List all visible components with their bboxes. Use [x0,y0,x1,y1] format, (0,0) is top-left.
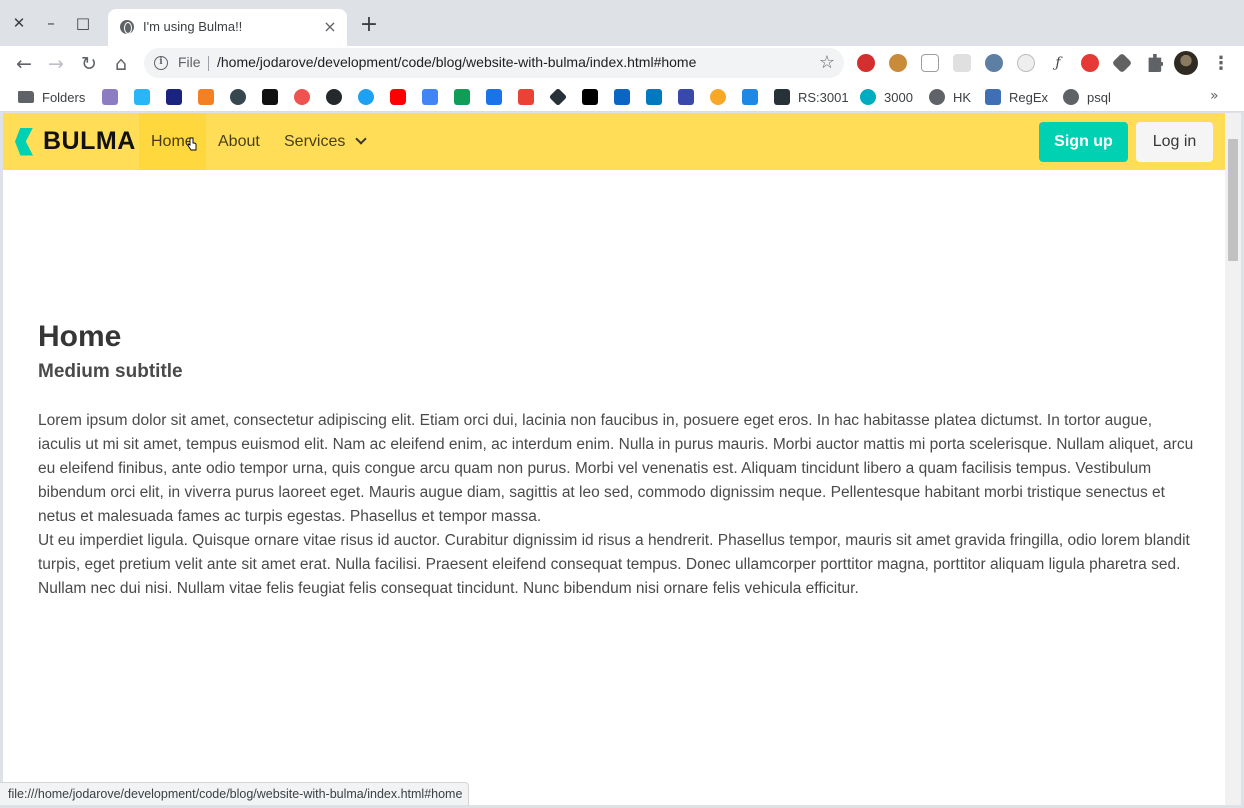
brand-name: BULMA [43,127,136,155]
bookmark-folders[interactable]: Folders [18,88,85,106]
chevron-down-icon [355,133,368,145]
bookmark-label: psql [1087,89,1111,105]
google-docs-icon[interactable] [422,89,438,105]
status-bubble: file:///home/jodarove/development/code/b… [0,782,470,805]
bookmark-badge-icon[interactable] [678,89,694,105]
bookmarks-bar: Folders RS:3001 3000 HK RegEx psql » [0,82,1244,112]
reload-icon[interactable]: ↻ [77,52,101,76]
bookmarks-overflow-icon[interactable]: » [1210,88,1219,104]
profile-avatar[interactable] [1174,51,1198,75]
json-extension-icon[interactable] [921,54,939,72]
page-title: Home [38,320,122,353]
mouse-extension-icon[interactable] [985,54,1003,72]
bookmark-psql[interactable]: psql [1063,88,1111,106]
vertical-scrollbar[interactable] [1225,113,1241,805]
bookmark-3000[interactable]: 3000 [860,88,913,106]
content-body: Lorem ipsum dolor sit amet, consectetur … [38,409,1198,601]
navbar: BULMA Home About Services Sign up Log in [3,113,1225,170]
google-sheets-icon[interactable] [454,89,470,105]
google-calendar-icon[interactable] [486,89,502,105]
bookmark-star-icon[interactable]: ☆ [819,52,835,73]
paragraph: Ut eu imperdiet ligula. Quisque ornare v… [38,532,1190,597]
react-icon [774,89,790,105]
bookmark-knot-icon[interactable] [294,89,310,105]
new-tab-icon[interactable]: + [358,14,380,37]
cookie-extension-icon[interactable] [889,54,907,72]
bookmark-label: HK [953,89,972,105]
home-icon[interactable]: ⌂ [109,52,133,76]
omnibox-divider [208,56,209,71]
twitter-icon[interactable] [358,89,374,105]
url-text[interactable]: /home/jodarove/development/code/blog/web… [217,54,696,70]
scrollbar-thumb[interactable] [1228,139,1238,261]
regex-icon [985,89,1001,105]
bookmark-label: Folders [42,89,86,105]
nav-item-about[interactable]: About [206,113,272,170]
medium-icon[interactable] [582,89,598,105]
bulma-logo-icon [15,127,33,156]
linkedin-icon[interactable] [614,89,630,105]
globe-icon [929,89,945,105]
sign-up-button[interactable]: Sign up [1039,122,1128,162]
bookmark-label: RS:3001 [798,89,849,105]
log-in-button[interactable]: Log in [1136,122,1213,162]
bookmark-bolt-icon[interactable] [134,89,150,105]
back-icon[interactable]: ← [12,52,36,76]
browser-tab[interactable]: I'm using Bulma!! × [108,9,347,46]
react-icon [860,89,876,105]
share-icon[interactable] [742,89,758,105]
globe-icon [1063,89,1079,105]
bookmark-pin-icon[interactable] [710,89,726,105]
bookmark-spiral-icon[interactable] [230,89,246,105]
stackoverflow-icon[interactable] [198,89,214,105]
bookmark-label: 3000 [884,89,913,105]
navbar-brand[interactable]: BULMA [3,113,139,170]
youtube-icon[interactable] [390,89,406,105]
bookmark-regex[interactable]: RegEx [985,88,1048,106]
timer-extension-icon[interactable] [1017,54,1035,72]
function-extension-icon[interactable]: ƒ [1049,54,1067,72]
grid-extension-icon[interactable] [953,54,971,72]
tab-close-icon[interactable]: × [321,18,339,36]
omnibox-scheme: File [178,54,201,70]
info-icon[interactable]: i [154,56,168,70]
extensions-puzzle-icon[interactable] [1148,54,1163,72]
address-bar[interactable]: i File /home/jodarove/development/code/b… [144,48,844,78]
github-icon[interactable] [326,89,342,105]
trello-icon[interactable] [646,89,662,105]
paragraph: Lorem ipsum dolor sit amet, consectetur … [38,412,1194,525]
bookmark-wp-icon[interactable] [166,89,182,105]
window-maximize-icon[interactable]: □ [72,12,94,34]
browser-toolbar: ← → ↻ ⌂ i File /home/jodarove/developmen… [0,46,1244,82]
opera-extension-icon[interactable] [857,54,875,72]
tab-strip: ✕ – □ I'm using Bulma!! × + [0,0,1244,46]
hand-cursor-icon [187,137,197,151]
gmail-icon[interactable] [518,89,534,105]
window-close-icon[interactable]: ✕ [8,12,30,34]
nav-item-label: Services [284,133,346,150]
yab-extension-icon[interactable] [1081,54,1099,72]
bookmark-rs[interactable]: RS:3001 [774,88,849,106]
window-minimize-icon[interactable]: – [40,12,62,34]
tab-title: I'm using Bulma!! [143,19,243,34]
page-viewport: BULMA Home About Services Sign up Log in… [3,113,1225,805]
nav-item-services[interactable]: Services [272,113,377,170]
forward-icon[interactable]: → [44,52,68,76]
page-subtitle: Medium subtitle [38,361,183,382]
bookmark-h-icon[interactable] [102,89,118,105]
globe-icon [120,20,134,34]
menu-kebab-icon[interactable]: ⋮ [1212,52,1230,76]
bookmark-label: RegEx [1009,89,1049,105]
hackerrank-icon[interactable] [262,89,278,105]
codepen-icon[interactable] [548,87,568,107]
folder-icon [18,91,34,103]
layers-extension-icon[interactable] [1111,52,1133,74]
bookmark-hk[interactable]: HK [929,88,971,106]
